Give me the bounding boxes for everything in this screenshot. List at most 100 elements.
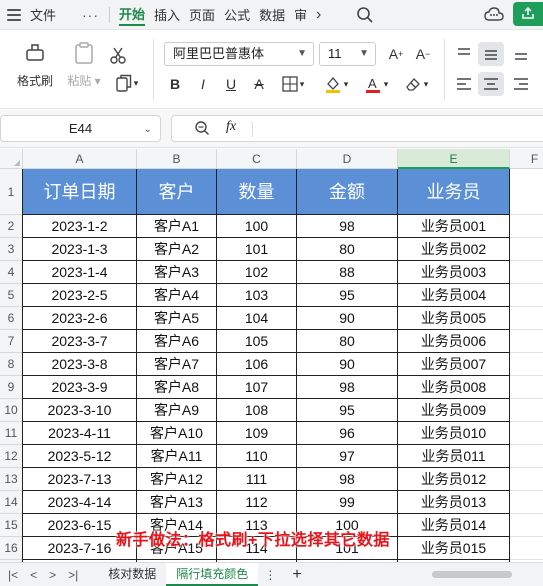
table-header-cell[interactable]: 客户 [137, 169, 217, 215]
table-header-cell[interactable]: 业务员 [398, 169, 510, 215]
first-sheet-icon[interactable]: |< [8, 568, 18, 582]
sheet-menu-icon[interactable]: ⋮ [264, 568, 276, 582]
cloud-icon[interactable] [484, 6, 504, 29]
table-cell[interactable]: 99 [297, 491, 398, 514]
chevron-right-icon[interactable]: › [316, 5, 330, 25]
table-cell[interactable]: 客户A2 [137, 238, 217, 261]
table-cell[interactable]: 业务员012 [398, 468, 510, 491]
table-cell[interactable]: 客户A4 [137, 284, 217, 307]
align-center-icon[interactable] [478, 72, 504, 96]
table-cell[interactable]: 80 [297, 330, 398, 353]
empty-cell[interactable] [510, 445, 543, 468]
table-cell[interactable]: 客户A6 [137, 330, 217, 353]
row-header-2[interactable]: 2 [0, 215, 23, 238]
align-middle-icon[interactable] [478, 42, 504, 66]
empty-cell[interactable] [510, 514, 543, 537]
empty-cell[interactable] [510, 261, 543, 284]
table-cell[interactable]: 2023-2-5 [23, 284, 137, 307]
table-cell[interactable]: 105 [217, 330, 297, 353]
table-cell[interactable]: 2023-3-7 [23, 330, 137, 353]
empty-cell[interactable] [510, 422, 543, 445]
empty-cell[interactable] [510, 238, 543, 261]
row-header-5[interactable]: 5 [0, 284, 23, 307]
table-cell[interactable]: 97 [297, 445, 398, 468]
empty-cell[interactable] [510, 537, 543, 560]
tab-page[interactable]: 页面 [189, 5, 215, 24]
table-cell[interactable]: 客户A10 [137, 422, 217, 445]
formula-input[interactable]: fx [171, 115, 543, 142]
table-cell[interactable]: 98 [297, 376, 398, 399]
table-cell[interactable]: 90 [297, 353, 398, 376]
table-cell[interactable]: 112 [217, 491, 297, 514]
table-cell[interactable]: 业务员010 [398, 422, 510, 445]
table-cell[interactable]: 90 [297, 307, 398, 330]
row-header-15[interactable]: 15 [0, 514, 23, 537]
row-header-7[interactable]: 7 [0, 330, 23, 353]
table-cell[interactable]: 客户A11 [137, 445, 217, 468]
last-sheet-icon[interactable]: >| [68, 568, 78, 582]
row-header-1[interactable]: 1 [0, 169, 23, 215]
table-cell[interactable]: 业务员009 [398, 399, 510, 422]
share-button[interactable] [513, 2, 543, 26]
table-cell[interactable]: 业务员004 [398, 284, 510, 307]
name-box[interactable]: E44 ⌄ [0, 115, 161, 142]
align-right-icon[interactable] [511, 74, 531, 94]
empty-cell[interactable] [510, 399, 543, 422]
next-sheet-icon[interactable]: > [49, 568, 56, 582]
column-header-d[interactable]: D [297, 149, 398, 169]
table-cell[interactable]: 业务员013 [398, 491, 510, 514]
table-cell[interactable]: 2023-4-11 [23, 422, 137, 445]
row-header-11[interactable]: 11 [0, 422, 23, 445]
table-cell[interactable]: 107 [217, 376, 297, 399]
column-header-f[interactable]: F [510, 149, 543, 169]
align-top-icon[interactable] [454, 44, 474, 64]
table-cell[interactable]: 业务员007 [398, 353, 510, 376]
tab-insert[interactable]: 插入 [154, 5, 180, 24]
table-cell[interactable]: 100 [217, 215, 297, 238]
clear-format-icon[interactable]: ▾ [400, 74, 432, 94]
row-header-3[interactable]: 3 [0, 238, 23, 261]
fx-icon[interactable]: fx [226, 119, 236, 135]
fill-color-icon[interactable]: ▾ [320, 74, 352, 94]
row-header-14[interactable]: 14 [0, 491, 23, 514]
column-header-b[interactable]: B [137, 149, 217, 169]
table-cell[interactable]: 80 [297, 238, 398, 261]
row-header-6[interactable]: 6 [0, 307, 23, 330]
column-header-c[interactable]: C [217, 149, 297, 169]
table-cell[interactable]: 业务员011 [398, 445, 510, 468]
table-cell[interactable]: 业务员001 [398, 215, 510, 238]
borders-icon[interactable]: ▾ [278, 74, 308, 94]
paste-button[interactable]: 粘贴 ▾ [62, 41, 106, 89]
table-cell[interactable]: 88 [297, 261, 398, 284]
italic-button[interactable]: I [193, 74, 213, 94]
table-cell[interactable]: 业务员006 [398, 330, 510, 353]
sheet-tab-alternate-fill[interactable]: 隔行填充颜色 [166, 563, 259, 586]
spreadsheet-grid[interactable]: ABCDEF1234567891011121314151617订单日期客户数量金… [0, 149, 543, 562]
table-cell[interactable]: 110 [217, 445, 297, 468]
table-cell[interactable]: 客户A8 [137, 376, 217, 399]
font-size-select[interactable]: 11 ▼ [319, 42, 376, 66]
format-painter-button[interactable]: 格式刷 [14, 41, 56, 89]
table-cell[interactable]: 2023-3-9 [23, 376, 137, 399]
add-sheet-button[interactable]: + [292, 566, 301, 584]
table-cell[interactable]: 客户A5 [137, 307, 217, 330]
align-left-icon[interactable] [454, 74, 474, 94]
table-cell[interactable]: 2023-7-13 [23, 468, 137, 491]
table-header-cell[interactable]: 金额 [297, 169, 398, 215]
table-cell[interactable]: 98 [297, 215, 398, 238]
hamburger-menu-icon[interactable] [7, 8, 21, 21]
copy-icon[interactable]: ▾ [110, 73, 144, 93]
row-header-10[interactable]: 10 [0, 399, 23, 422]
column-header-e[interactable]: E [398, 149, 510, 169]
font-color-icon[interactable]: A ▾ [360, 74, 392, 94]
underline-button[interactable]: U [221, 74, 241, 94]
zoom-icon[interactable] [194, 120, 210, 141]
bold-button[interactable]: B [165, 74, 185, 94]
sheet-tab-check-data[interactable]: 核对数据 [98, 563, 166, 586]
empty-cell[interactable] [510, 215, 543, 238]
empty-cell[interactable] [510, 307, 543, 330]
table-cell[interactable]: 108 [217, 399, 297, 422]
row-header-13[interactable]: 13 [0, 468, 23, 491]
empty-cell[interactable] [510, 330, 543, 353]
table-cell[interactable]: 2023-3-8 [23, 353, 137, 376]
